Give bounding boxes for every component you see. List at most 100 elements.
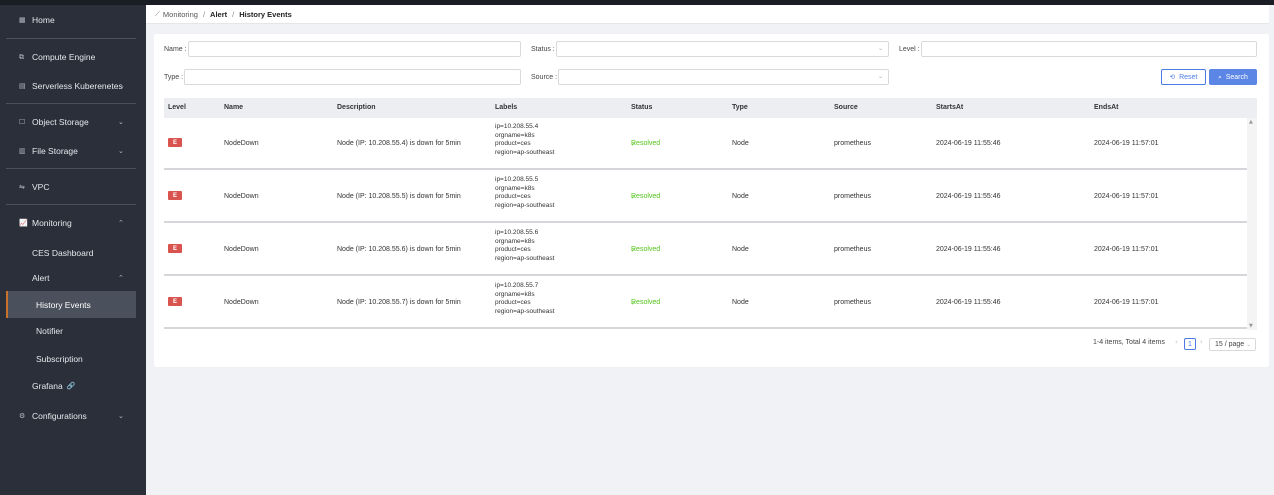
reset-button-label: Reset [1179,73,1198,81]
divider [6,103,136,104]
chart-icon: 📈 [19,219,28,227]
type-filter-input[interactable] [184,69,521,85]
sidebar-item-vpc[interactable]: ⇋ VPC [0,176,146,198]
sidebar-item-label: Compute Engine [32,52,96,62]
main-content: ⟋ Monitoring / Alert / History Events Na… [146,5,1274,495]
page-number[interactable]: 1 [1184,338,1196,350]
column-header-ends-at[interactable]: EndsAt [1094,104,1119,111]
source-filter-label: Source : [531,74,558,81]
table-row[interactable]: E NodeDown Node (IP: 10.208.55.6) is dow… [164,224,1247,276]
sidebar-item-label: File Storage [32,146,78,156]
storage-icon: ☐ [19,118,26,126]
divider [6,204,136,205]
status-filter-select[interactable]: ⌄ [556,41,889,57]
sidebar-item-subscription[interactable]: Subscription [0,348,146,370]
table-scrollbar[interactable]: ▲ ▼ [1247,118,1257,330]
folder-icon: ▥ [19,147,26,155]
chevron-down-icon: ⌄ [118,118,124,126]
name-filter-label: Name : [164,46,187,53]
column-header-type[interactable]: Type [732,104,748,111]
table-row[interactable]: E NodeDown Node (IP: 10.208.55.7) is dow… [164,277,1247,329]
event-starts-at: 2024-06-19 11:55:46 [936,299,1001,306]
column-header-status[interactable]: Status [631,104,652,111]
sidebar-item-alert[interactable]: Alert ⌃ [0,267,146,289]
breadcrumb-separator: / [232,9,235,19]
sidebar-item-grafana[interactable]: Grafana 🔗 [0,375,146,397]
scroll-up-icon[interactable]: ▲ [1249,119,1253,125]
source-filter-select[interactable]: ⌄ [558,69,889,85]
gear-icon: ⚙ [19,412,26,420]
container-icon: ▤ [19,82,26,90]
label-item: product=ces [495,193,531,200]
sidebar-item-notifier[interactable]: Notifier [0,320,146,342]
sidebar-item-configurations[interactable]: ⚙ Configurations ⌄ [0,405,146,427]
label-item: orgname=k8s [495,237,535,245]
event-labels: ip=10.208.55.6 orgname=k8s product=ces r… [495,229,554,263]
column-header-labels[interactable]: Labels [495,104,517,111]
page-size-select[interactable]: 15 / page ⌄ [1209,338,1256,351]
search-button[interactable]: ⌕ Search [1209,69,1257,85]
chevron-down-icon: ⌄ [877,45,883,52]
chevron-up-icon: ⌃ [118,274,124,282]
sidebar-item-label: Grafana [32,381,63,391]
sidebar-item-object-storage[interactable]: ☐ Object Storage ⌄ [0,111,146,133]
chevron-up-icon: ⌃ [118,219,124,227]
event-starts-at: 2024-06-19 11:55:46 [936,140,1001,147]
level-filter-input[interactable] [921,41,1257,57]
event-description: Node (IP: 10.208.55.4) is down for 5min [337,140,461,147]
sidebar-item-home[interactable]: ▦ Home [0,9,146,31]
chevron-down-icon: ⌄ [119,82,125,90]
label-item: product=ces [495,140,531,147]
event-ends-at: 2024-06-19 11:57:01 [1094,193,1159,200]
breadcrumb-monitoring[interactable]: Monitoring [163,10,198,19]
column-header-level[interactable]: Level [168,104,186,111]
event-source: prometheus [834,193,871,200]
name-filter-input[interactable] [188,41,521,57]
sidebar-item-label: Alert [32,273,50,283]
sidebar-item-label: Configurations [32,411,87,421]
next-page-icon[interactable]: › [1200,338,1203,346]
label-item: orgname=k8s [495,290,535,298]
sidebar-item-compute-engine[interactable]: ⧉ Compute Engine [0,46,146,68]
sidebar-item-history-events[interactable]: History Events [6,291,136,318]
page-size-value: 15 / page [1215,341,1245,348]
breadcrumb: ⟋ Monitoring / Alert / History Events [146,5,1269,24]
sidebar-item-monitoring[interactable]: 📈 Monitoring ⌃ [0,212,146,234]
sidebar: ▦ Home ⧉ Compute Engine ▤ Serverless Kubere… [0,5,146,495]
column-header-source[interactable]: Source [834,104,858,111]
event-name: NodeDown [224,193,259,200]
event-ends-at: 2024-06-19 11:57:01 [1094,246,1159,253]
table-row[interactable]: E NodeDown Node (IP: 10.208.55.4) is dow… [164,118,1247,170]
status-filter-label: Status : [531,46,555,53]
label-item: region=ap-southeast [495,254,555,262]
sidebar-item-ces-dashboard[interactable]: CES Dashboard [0,242,146,264]
column-header-description[interactable]: Description [337,104,376,111]
chevron-down-icon: ⌄ [118,412,124,420]
label-item: ip=10.208.55.5 [495,176,539,183]
chevron-down-icon: ⌄ [1246,341,1251,348]
label-item: region=ap-southeast [495,307,555,315]
column-header-name[interactable]: Name [224,104,243,111]
event-starts-at: 2024-06-19 11:55:46 [936,246,1001,253]
sidebar-item-serverless-kubernetes[interactable]: ▤ Serverless Kuberenetes ⌄ [0,75,146,97]
level-badge: E [168,244,182,253]
event-description: Node (IP: 10.208.55.7) is down for 5min [337,299,461,306]
type-filter-label: Type : [164,74,184,81]
sidebar-item-label: VPC [32,182,50,192]
pagination-summary: 1-4 items, Total 4 items [1093,339,1165,346]
grid-icon: ▦ [19,16,26,24]
sidebar-item-file-storage[interactable]: ▥ File Storage ⌄ [0,140,146,162]
label-item: ip=10.208.55.4 [495,123,539,130]
chart-icon: ⟋ [155,9,160,18]
breadcrumb-alert[interactable]: Alert [210,10,227,19]
prev-page-icon[interactable]: ‹ [1175,338,1178,346]
level-badge: E [168,191,182,200]
table-row[interactable]: E NodeDown Node (IP: 10.208.55.5) is dow… [164,171,1247,223]
reset-button[interactable]: ⟲ Reset [1161,69,1206,85]
column-header-starts-at[interactable]: StartsAt [936,104,963,111]
scroll-down-icon[interactable]: ▼ [1249,323,1253,329]
label-item: ip=10.208.55.6 [495,229,539,236]
level-filter-label: Level : [899,46,920,53]
external-link-icon: 🔗 [66,382,76,390]
divider [6,168,136,169]
